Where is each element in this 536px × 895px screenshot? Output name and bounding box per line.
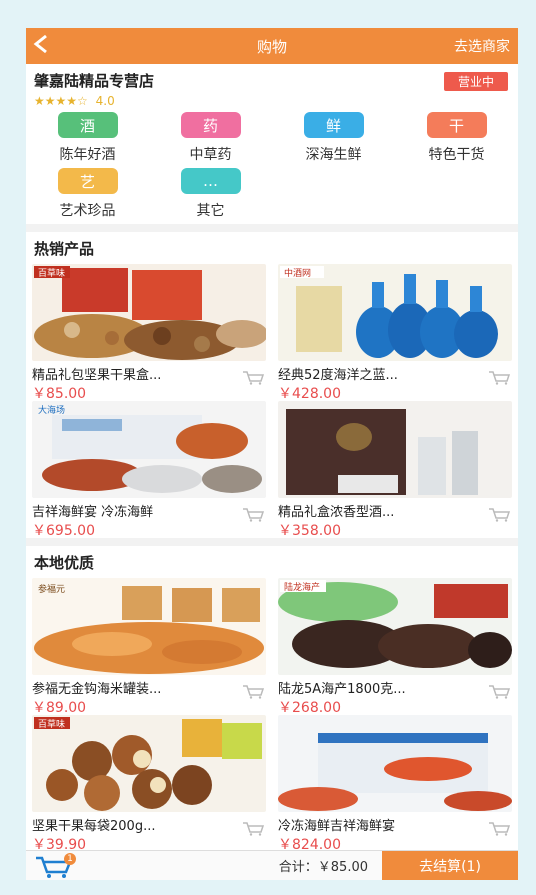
cart-count-badge: 1 [64,852,76,865]
add-to-cart-icon[interactable] [488,821,511,840]
store-header: 肇嘉陆精品专营店 ★★★★☆ 4.0 营业中 [26,64,518,108]
dried-goods-category-icon: 干 [426,112,487,138]
category-wine[interactable]: 酒 陈年好酒 [26,112,149,168]
product-name: 参福无金钩海米罐装... [32,682,162,697]
app-screen: 购物 去选商家 肇嘉陆精品专营店 ★★★★☆ 4.0 营业中 酒 陈年好酒 药 … [26,28,518,880]
top-bar: 购物 去选商家 [26,28,518,64]
product-card[interactable]: 百草味 坚果干果每袋200g... ￥39.90 [26,715,272,853]
product-card[interactable]: 大海场 吉祥海鲜宴 冷冻海鲜 ￥695.00 [26,401,272,539]
category-grid: 酒 陈年好酒 药 中草药 鲜 深海生鲜 干 特色干货 艺 艺术珍品 … 其它 [26,108,518,224]
store-rating: ★★★★☆ 4.0 [34,94,510,108]
hot-products-title: 热销产品 [34,240,95,258]
product-card[interactable]: 百草味 精品礼包坚果干果盒... ￥85.00 [26,264,272,402]
category-label: 其它 [196,203,225,219]
brand-logo: 参福元 [38,583,65,595]
product-name: 吉祥海鲜宴 冷冻海鲜 [32,505,154,520]
product-name: 精品礼盒浓香型酒... [278,505,395,520]
category-herbal-medicine[interactable]: 药 中草药 [149,112,272,168]
liquor-gift-box-image[interactable] [278,401,512,498]
product-price: ￥358.00 [278,523,341,539]
product-card[interactable]: 精品礼盒浓香型酒... ￥358.00 [272,401,518,539]
add-to-cart-icon[interactable] [242,684,265,703]
brand-logo: 百草味 [38,718,65,730]
wine-category-icon: 酒 [57,112,118,138]
add-to-cart-icon[interactable] [488,507,511,526]
local-products-grid: 参福元 参福无金钩海米罐装... ￥89.00 陆龙海产 陆龙5A海产1800克… [26,578,518,853]
more-category-icon: … [180,168,241,194]
brand-logo: 大海场 [38,404,65,416]
bottom-bar: 1 合计：￥85.00 去结算(1) [26,850,518,880]
product-name: 精品礼包坚果干果盒... [32,368,162,383]
shopping-cart-icon[interactable]: 1 [26,851,86,881]
back-arrow-icon[interactable] [32,28,62,64]
add-to-cart-icon[interactable] [242,821,265,840]
category-other[interactable]: … 其它 [149,168,272,224]
status-badge: 营业中 [443,72,508,91]
macadamia-nuts-image[interactable]: 百草味 [32,715,266,812]
medicine-category-icon: 药 [180,112,241,138]
product-price: ￥428.00 [278,386,341,402]
select-merchant-button[interactable]: 去选商家 [454,36,510,56]
brand-logo: 百草味 [38,267,65,279]
brand-logo: 中酒网 [284,267,311,279]
nut-gift-box-image[interactable]: 百草味 [32,264,266,361]
product-price: ￥695.00 [32,523,95,539]
product-name: 经典52度海洋之蓝... [278,368,398,383]
product-name: 冷冻海鲜吉祥海鲜宴 [278,819,396,834]
category-label: 陈年好酒 [59,147,116,163]
dried-shrimp-jars-image[interactable]: 参福元 [32,578,266,675]
category-label: 特色干货 [428,147,485,163]
checkout-button[interactable]: 去结算(1) [382,850,518,880]
product-price: ￥85.00 [32,386,87,402]
store-name: 肇嘉陆精品专营店 [34,72,155,90]
category-label: 中草药 [189,147,232,163]
add-to-cart-icon[interactable] [242,370,265,389]
sea-cucumber-image[interactable]: 陆龙海产 [278,578,512,675]
category-label: 深海生鲜 [305,147,362,163]
product-card[interactable]: 参福元 参福无金钩海米罐装... ￥89.00 [26,578,272,716]
product-price: ￥268.00 [278,700,341,716]
cart-total: 合计：￥85.00 [278,860,368,875]
category-label: 艺术珍品 [59,203,116,219]
shrimp-box-image[interactable] [278,715,512,812]
add-to-cart-icon[interactable] [242,507,265,526]
rating-score: 4.0 [95,94,115,108]
product-name: 坚果干果每袋200g... [32,819,156,834]
blue-liquor-bottles-image[interactable]: 中酒网 [278,264,512,361]
art-category-icon: 艺 [57,168,118,194]
product-name: 陆龙5A海产1800克... [278,682,406,697]
product-price: ￥89.00 [32,700,87,716]
divider [26,224,518,232]
add-to-cart-icon[interactable] [488,684,511,703]
seafood-category-icon: 鲜 [303,112,364,138]
seafood-feast-image[interactable]: 大海场 [32,401,266,498]
hot-products-grid: 百草味 精品礼包坚果干果盒... ￥85.00 中酒网 经典52度海洋之蓝...… [26,264,518,539]
page-title: 购物 [256,37,287,56]
add-to-cart-icon[interactable] [488,370,511,389]
brand-logo: 陆龙海产 [284,581,320,593]
rating-stars-icon: ★★★★☆ [34,94,88,108]
local-products-title: 本地优质 [34,554,95,572]
product-card[interactable]: 中酒网 经典52度海洋之蓝... ￥428.00 [272,264,518,402]
product-card[interactable]: 陆龙海产 陆龙5A海产1800克... ￥268.00 [272,578,518,716]
product-card[interactable]: 冷冻海鲜吉祥海鲜宴 ￥824.00 [272,715,518,853]
category-art[interactable]: 艺 艺术珍品 [26,168,149,224]
category-dried-goods[interactable]: 干 特色干货 [395,112,518,168]
category-seafood[interactable]: 鲜 深海生鲜 [272,112,395,168]
